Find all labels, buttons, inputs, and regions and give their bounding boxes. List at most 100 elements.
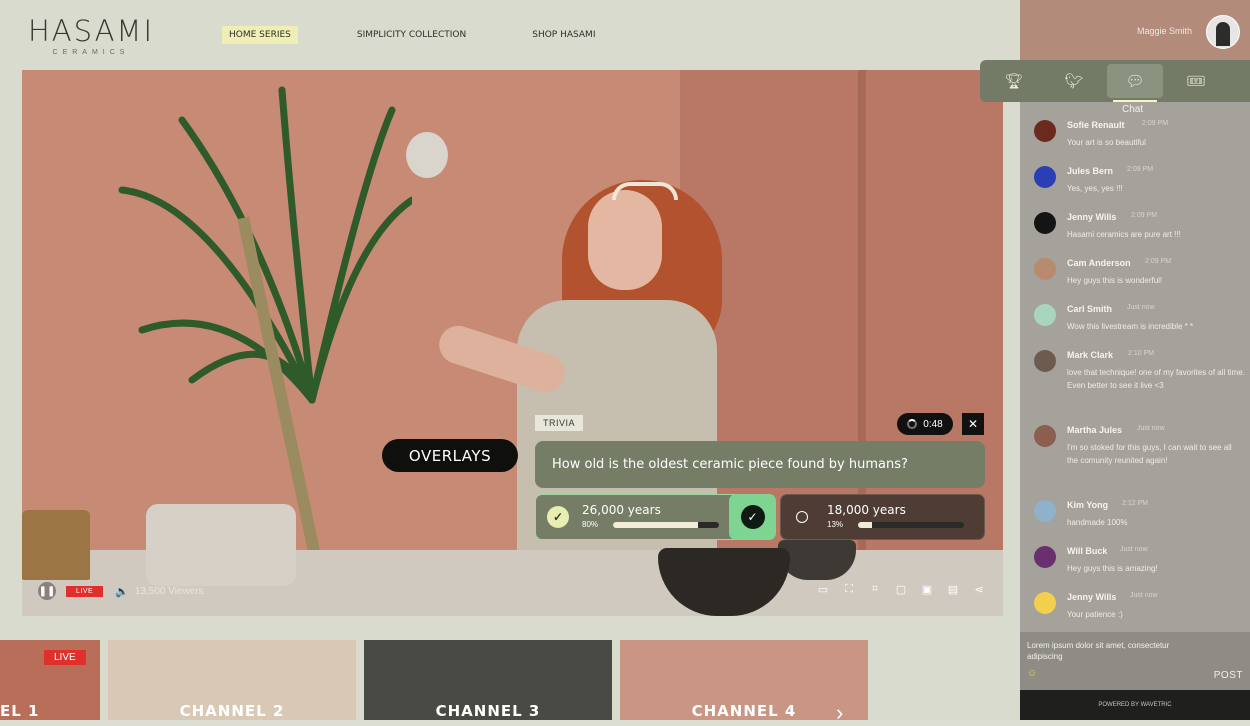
answer-progress (613, 522, 719, 528)
chat-author: Sofie Renault (1067, 120, 1125, 130)
viewer-count: 13,500 Viewers (134, 585, 204, 597)
avatar[interactable] (1034, 258, 1056, 280)
presenter-headband (612, 182, 678, 200)
chat-message: Kim Yong 2:12 PM handmade 100% (1034, 496, 1244, 542)
clay-block (146, 504, 296, 586)
check-icon: ✓ (547, 506, 569, 528)
chat-time: 2:09 PM (1145, 258, 1172, 265)
chat-time: 2:09 PM (1131, 212, 1158, 219)
avatar[interactable] (1034, 546, 1056, 568)
countdown-timer: 0:48 (897, 413, 953, 435)
fullscreen-icon[interactable]: ⛶ (841, 583, 857, 596)
close-overlay-button[interactable]: ✕ (962, 413, 984, 435)
user-name[interactable]: Maggie Smith (1137, 26, 1192, 36)
avatar[interactable] (1034, 166, 1056, 188)
trivia-question: How old is the oldest ceramic piece foun… (535, 441, 985, 488)
avatar[interactable] (1034, 500, 1056, 522)
nav-shop-hasami[interactable]: SHOP HASAMI (525, 26, 602, 44)
chevron-right-icon[interactable]: › (836, 700, 843, 726)
channel-card-4[interactable]: CHANNEL 4 (620, 640, 868, 720)
chat-message: Cam Anderson 2:09 PM Hey guys this is wo… (1034, 254, 1244, 300)
avatar[interactable] (1034, 212, 1056, 234)
answer-option-2[interactable]: 18,000 years 13% (780, 494, 985, 540)
powered-by-footer: POWERED BY WAVETRIC (1020, 690, 1250, 720)
timer-value: 0:48 (923, 418, 943, 430)
selected-answer-marker: ✓ (729, 494, 776, 540)
chat-text: Hasami ceramics are pure art !!! (1067, 230, 1181, 239)
chat-author: Will Buck (1067, 546, 1108, 556)
share-icon[interactable]: ⋖ (971, 583, 987, 596)
avatar[interactable] (1034, 304, 1056, 326)
chat-time: 2:09 PM (1127, 166, 1154, 173)
cast-icon[interactable]: ⌗ (867, 583, 883, 596)
main-panel: HASAMI CERAMICS HOME SERIES SIMPLICITY C… (0, 0, 1020, 725)
chat-text: Your patience :) (1067, 610, 1123, 619)
chat-author: Carl Smith (1067, 304, 1113, 314)
chat-message: Martha Jules Just now I'm so stoked for … (1034, 421, 1244, 496)
nav-simplicity-collection[interactable]: SIMPLICITY COLLECTION (350, 26, 473, 44)
trivia-tag: TRIVIA (535, 415, 584, 431)
answer-label: 26,000 years (582, 503, 661, 517)
answer-label: 18,000 years (827, 503, 906, 517)
channel-name: CHANNEL 2 (179, 702, 285, 720)
channel-card-1[interactable]: LIVE EL 1 (0, 640, 100, 720)
clay-ball (406, 132, 448, 178)
chat-time: Just now (1127, 304, 1155, 311)
chat-message: Jules Bern 2:09 PM Yes, yes, yes !!! (1034, 162, 1244, 208)
brand-logo[interactable]: HASAMI CERAMICS (28, 14, 154, 56)
answer-percent: 80% (582, 520, 599, 529)
chat-message: Jenny Wills 2:09 PM Hasami ceramics are … (1034, 208, 1244, 254)
chat-text: I'm so stoked for this guys, I can wait … (1067, 443, 1232, 465)
twitter-icon[interactable]: 🐦︎ (1046, 64, 1102, 98)
chat-input[interactable]: Lorem ipsum dolor sit amet, consectetur … (1027, 640, 1202, 662)
nav-home-series[interactable]: HOME SERIES (222, 26, 298, 44)
pause-button[interactable]: ❚❚ (38, 582, 56, 600)
channel-live-badge: LIVE (44, 650, 86, 665)
sidebar-tabs: 🏆︎ 🐦︎ 💬︎ 🎟︎ (980, 60, 1250, 102)
emoji-icon[interactable]: ☺ (1027, 668, 1037, 679)
answer-option-1[interactable]: ✓ 26,000 years 80% ✓ (535, 494, 776, 540)
channel-card-2[interactable]: CHANNEL 2 (108, 640, 356, 720)
channel-name: CHANNEL 3 (435, 702, 541, 720)
chat-text: Hey guys this is wonderful! (1067, 276, 1163, 285)
user-header: Maggie Smith (1020, 0, 1250, 60)
captions-icon[interactable]: ▭ (815, 583, 831, 596)
chat-author: Cam Anderson (1067, 258, 1131, 268)
main-nav: HOME SERIES SIMPLICITY COLLECTION SHOP H… (222, 26, 602, 44)
chat-composer: Lorem ipsum dolor sit amet, consectetur … (1020, 632, 1250, 690)
live-badge: LIVE (66, 585, 104, 597)
ticket-icon[interactable]: 🎟︎ (1168, 64, 1224, 98)
timer-ring-icon (907, 419, 918, 429)
chat-text: Yes, yes, yes !!! (1067, 184, 1123, 193)
chat-message: Mark Clark 2:10 PM love that technique! … (1034, 346, 1245, 421)
chat-message-list: Sofie Renault 2:09 PM Your art is so bea… (1034, 116, 1245, 634)
chat-time: Just now (1120, 546, 1148, 553)
pip-icon[interactable]: ▣ (919, 583, 935, 596)
plant-illustration (118, 86, 412, 404)
trophy-icon[interactable]: 🏆︎ (986, 64, 1042, 98)
post-button[interactable]: POST (1214, 670, 1243, 681)
radio-icon (796, 511, 808, 523)
chat-message: Jenny Wills Just now Your patience :) (1034, 588, 1244, 634)
answer-progress-fill (858, 522, 872, 528)
avatar[interactable] (1034, 425, 1056, 447)
tab-chat-caption: Chat (1122, 104, 1144, 115)
avatar[interactable] (1034, 350, 1056, 372)
channel-card-3[interactable]: CHANNEL 3 (364, 640, 612, 720)
avatar[interactable] (1034, 120, 1056, 142)
chat-author: Jules Bern (1067, 166, 1114, 176)
avatar[interactable] (1206, 15, 1240, 49)
answer-percent: 13% (827, 520, 844, 529)
subtitles-icon[interactable]: ▤ (945, 583, 961, 596)
avatar[interactable] (1034, 592, 1056, 614)
chat-message: Will Buck Just now Hey guys this is amaz… (1034, 542, 1244, 588)
selected-check-icon: ✓ (740, 505, 765, 529)
overlays-label: OVERLAYS (382, 439, 518, 472)
screen-icon[interactable]: ▢ (893, 583, 909, 596)
channel-strip: LIVE EL 1 CHANNEL 2 CHANNEL 3 CHANNEL 4 … (0, 640, 1020, 725)
tool-basket (22, 510, 90, 580)
volume-icon[interactable]: 🔈 (115, 585, 129, 598)
brand-tagline: CERAMICS (52, 49, 130, 56)
video-controls: ❚❚ LIVE 🔈 13,500 Viewers ▭ ⛶ ⌗ ▢ ▣ ▤ ⋖ (22, 580, 1003, 602)
chat-icon[interactable]: 💬︎ (1107, 64, 1163, 102)
